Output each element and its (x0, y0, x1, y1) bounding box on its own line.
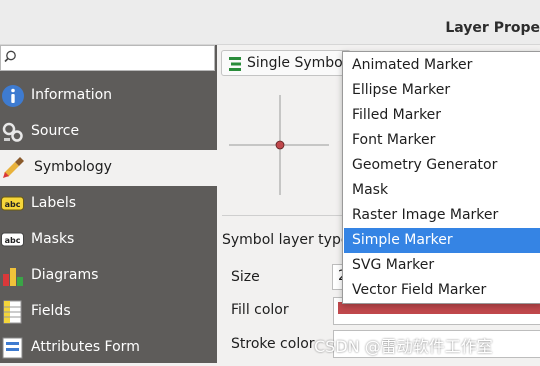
dropdown-option[interactable]: Filled Marker (344, 103, 540, 128)
masks-icon: abc (1, 232, 24, 247)
sidebar-item-information[interactable]: Information (0, 78, 217, 114)
source-icon (2, 122, 23, 142)
dropdown-option[interactable]: Simple Marker (344, 228, 540, 253)
info-icon (2, 85, 24, 107)
dropdown-option[interactable]: Animated Marker (344, 53, 540, 78)
dropdown-option[interactable]: Geometry Generator (344, 153, 540, 178)
sidebar-item-label: Source (31, 123, 80, 139)
dropdown-option[interactable]: Vector Field Marker (344, 278, 540, 303)
sidebar-item-label: Masks (31, 231, 75, 247)
window-titlebar: Layer Prope (0, 0, 540, 45)
dropdown-option[interactable]: Font Marker (344, 128, 540, 153)
sidebar-item-diagrams[interactable]: Diagrams (0, 258, 217, 294)
sidebar-item-attributes-form[interactable]: Attributes Form (0, 330, 217, 366)
symbol-preview (229, 95, 329, 195)
sidebar-item-label: Fields (31, 303, 71, 319)
sidebar-item-masks[interactable]: abc Masks (0, 222, 217, 258)
sidebar: Information Source Symbology abc Labels … (0, 45, 217, 363)
marker-preview-dot (275, 140, 285, 150)
dropdown-option[interactable]: Raster Image Marker (344, 203, 540, 228)
stroke-color-label: Stroke color (231, 336, 315, 352)
symbol-layer-type-label: Symbol layer type (222, 232, 350, 248)
search-input[interactable] (0, 45, 215, 71)
renderer-label: Single Symbol (247, 55, 347, 71)
sidebar-item-labels[interactable]: abc Labels (0, 186, 217, 222)
sidebar-item-label: Information (31, 87, 113, 103)
sidebar-item-source[interactable]: Source (0, 114, 217, 150)
symbol-layer-type-dropdown[interactable]: Animated Marker Ellipse Marker Filled Mark… (342, 51, 540, 304)
sidebar-item-label: Symbology (34, 159, 112, 175)
watermark: CSDN @雷动软件工作室 (314, 337, 493, 356)
dropdown-option[interactable]: Mask (344, 178, 540, 203)
sidebar-item-label: Diagrams (31, 267, 99, 283)
dropdown-option[interactable]: SVG Marker (344, 253, 540, 278)
diagrams-icon (3, 268, 23, 286)
labels-icon: abc (1, 196, 24, 211)
sidebar-item-fields[interactable]: Fields (0, 294, 217, 330)
fill-color-label: Fill color (231, 302, 289, 318)
symbology-icon (3, 157, 24, 178)
fields-icon (3, 300, 22, 324)
window-title: Layer Prope (445, 20, 540, 36)
svg-text:abc: abc (5, 236, 21, 245)
single-symbol-icon (229, 57, 241, 71)
search-icon (4, 50, 16, 63)
attributes-form-icon (2, 337, 23, 359)
sidebar-item-symbology[interactable]: Symbology (0, 150, 217, 186)
dropdown-option[interactable]: Ellipse Marker (344, 78, 540, 103)
renderer-select[interactable]: Single Symbol (221, 50, 351, 76)
sidebar-item-label: Attributes Form (31, 339, 140, 355)
size-label: Size (231, 269, 260, 285)
svg-text:abc: abc (5, 200, 21, 209)
sidebar-item-label: Labels (31, 195, 77, 211)
